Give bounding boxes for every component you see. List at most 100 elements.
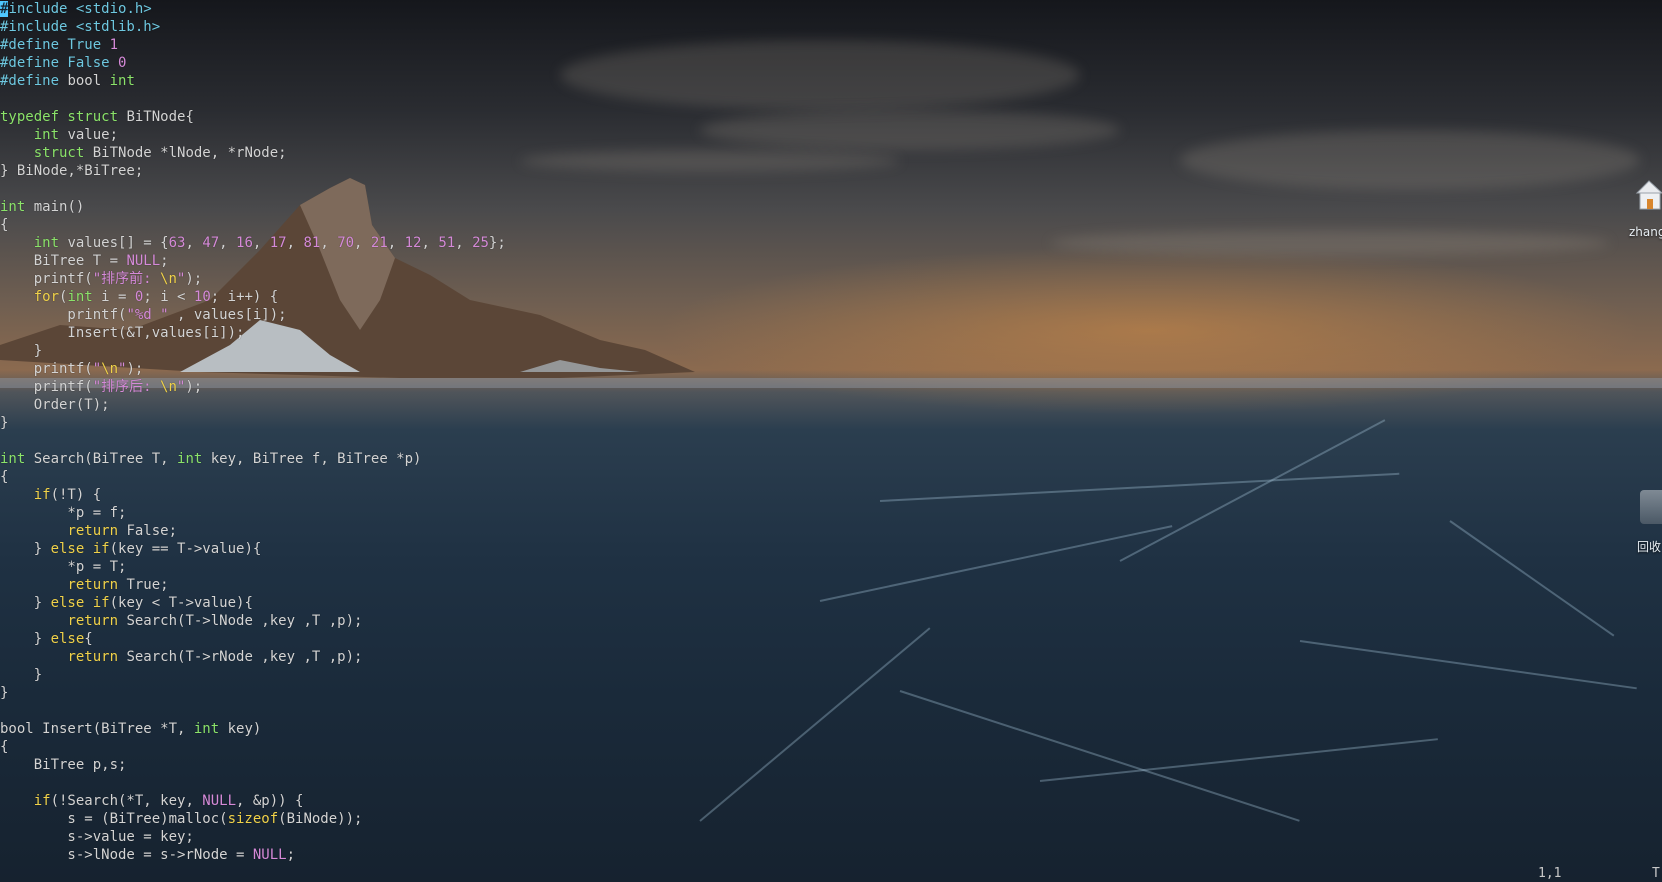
code-token: , xyxy=(354,235,371,251)
code-token: (BiNode)); xyxy=(278,811,363,827)
code-line[interactable]: #include <stdio.h> xyxy=(0,0,820,18)
mode-indicator: T xyxy=(1652,866,1660,881)
code-token: return xyxy=(67,577,119,593)
code-line[interactable]: int main() xyxy=(0,198,820,216)
code-token: value; xyxy=(59,127,119,143)
code-token: sizeof xyxy=(227,811,279,827)
code-token: 47 xyxy=(202,235,220,251)
desktop-wallpaper: zhang 回收 #include <stdio.h> #include <std… xyxy=(0,0,1662,882)
code-line[interactable]: BiTree p,s; xyxy=(0,756,820,774)
code-line[interactable]: } xyxy=(0,684,820,702)
code-line[interactable]: } else{ xyxy=(0,630,820,648)
code-token: return xyxy=(67,613,119,629)
code-line[interactable]: typedef struct BiTNode{ xyxy=(0,108,820,126)
code-line[interactable]: } BiNode,*BiTree; xyxy=(0,162,820,180)
code-token: } xyxy=(0,631,51,647)
vim-editor[interactable]: #include <stdio.h> #include <stdlib.h> #de… xyxy=(0,0,820,882)
code-token: ; xyxy=(160,253,169,269)
code-token: ); xyxy=(185,271,203,287)
code-token: Order(T); xyxy=(0,397,110,413)
code-line[interactable]: #include <stdlib.h> xyxy=(0,18,820,36)
code-line[interactable]: int values[] = {63, 47, 16, 17, 81, 70, … xyxy=(0,234,820,252)
code-line[interactable]: } xyxy=(0,414,820,432)
code-token: Insert(&T,values[i]); xyxy=(0,325,245,341)
code-line[interactable]: printf("排序后: \n"); xyxy=(0,378,820,396)
code-token: ; i++) { xyxy=(210,289,279,305)
code-line[interactable]: bool Insert(BiTree *T, int key) xyxy=(0,720,820,738)
code-token: 81 xyxy=(303,235,321,251)
code-token: BiTree p,s; xyxy=(0,757,127,773)
code-token: 63 xyxy=(168,235,186,251)
code-token: \n xyxy=(160,271,177,287)
code-token: , &p)) { xyxy=(236,793,304,809)
code-token: "排序前: xyxy=(92,271,161,287)
code-token: printf( xyxy=(0,271,93,287)
code-line[interactable]: int Search(BiTree T, int key, BiTree f, … xyxy=(0,450,820,468)
code-line[interactable]: #define bool int xyxy=(0,72,820,90)
code-line[interactable]: { xyxy=(0,468,820,486)
code-token: bool Insert(BiTree *T, xyxy=(0,721,194,737)
home-folder-label[interactable]: zhang xyxy=(1629,225,1662,239)
code-line[interactable]: s->lNode = s->rNode = NULL; xyxy=(0,846,820,864)
code-line[interactable]: } xyxy=(0,666,820,684)
code-line[interactable]: if(!T) { xyxy=(0,486,820,504)
code-line[interactable]: Insert(&T,values[i]); xyxy=(0,324,820,342)
code-token: " xyxy=(92,361,102,377)
code-token: True; xyxy=(118,577,169,593)
code-line[interactable]: printf("\n"); xyxy=(0,360,820,378)
code-token: (key < T->value){ xyxy=(109,595,253,611)
code-line[interactable]: *p = T; xyxy=(0,558,820,576)
code-token: int xyxy=(0,451,26,467)
code-token: 10 xyxy=(193,289,211,305)
code-token: Search(T->lNode ,key ,T ,p); xyxy=(118,613,363,629)
code-line[interactable]: BiTree T = NULL; xyxy=(0,252,820,270)
code-line[interactable] xyxy=(0,180,820,198)
code-token: } xyxy=(0,685,9,701)
code-line[interactable]: printf("排序前: \n"); xyxy=(0,270,820,288)
code-line[interactable]: } else if(key < T->value){ xyxy=(0,594,820,612)
code-token: if xyxy=(33,793,51,809)
code-line[interactable]: { xyxy=(0,216,820,234)
code-token: for xyxy=(33,289,60,305)
code-token: #define True xyxy=(0,37,110,53)
code-line[interactable]: return Search(T->lNode ,key ,T ,p); xyxy=(0,612,820,630)
code-line[interactable]: printf("%d " , values[i]); xyxy=(0,306,820,324)
code-token: NULL xyxy=(126,253,161,269)
code-line[interactable]: } xyxy=(0,342,820,360)
code-line[interactable]: #define True 1 xyxy=(0,36,820,54)
code-line[interactable]: Order(T); xyxy=(0,396,820,414)
code-line[interactable]: if(!Search(*T, key, NULL, &p)) { xyxy=(0,792,820,810)
code-token: s = (BiTree)malloc( xyxy=(0,811,228,827)
code-token: , xyxy=(286,235,304,251)
code-line[interactable]: return True; xyxy=(0,576,820,594)
code-token: if xyxy=(33,487,51,503)
code-line[interactable] xyxy=(0,90,820,108)
trash-icon[interactable] xyxy=(1640,490,1662,524)
code-line[interactable]: *p = f; xyxy=(0,504,820,522)
code-line[interactable]: { xyxy=(0,738,820,756)
code-token: , values[i]); xyxy=(168,307,287,323)
code-line[interactable]: int value; xyxy=(0,126,820,144)
cursor-position-ruler: 1,1 xyxy=(1538,866,1562,881)
code-line[interactable]: return Search(T->rNode ,key ,T ,p); xyxy=(0,648,820,666)
code-line[interactable]: struct BiTNode *lNode, *rNode; xyxy=(0,144,820,162)
code-token: } xyxy=(0,667,43,683)
code-line[interactable] xyxy=(0,432,820,450)
code-line[interactable]: s = (BiTree)malloc(sizeof(BiNode)); xyxy=(0,810,820,828)
trash-label[interactable]: 回收 xyxy=(1637,538,1661,555)
code-line[interactable]: return False; xyxy=(0,522,820,540)
code-token: 16 xyxy=(236,235,253,251)
code-line[interactable] xyxy=(0,702,820,720)
code-token: BiTNode{ xyxy=(118,109,194,125)
code-token: *p = f; xyxy=(0,505,127,521)
code-token: else xyxy=(50,631,85,647)
code-token: ; xyxy=(286,847,296,863)
home-folder-icon[interactable] xyxy=(1634,177,1662,213)
code-token: } xyxy=(0,415,9,431)
code-line[interactable]: for(int i = 0; i < 10; i++) { xyxy=(0,288,820,306)
code-line[interactable]: #define False 0 xyxy=(0,54,820,72)
code-line[interactable] xyxy=(0,774,820,792)
code-line[interactable]: } else if(key == T->value){ xyxy=(0,540,820,558)
code-line[interactable]: s->value = key; xyxy=(0,828,820,846)
